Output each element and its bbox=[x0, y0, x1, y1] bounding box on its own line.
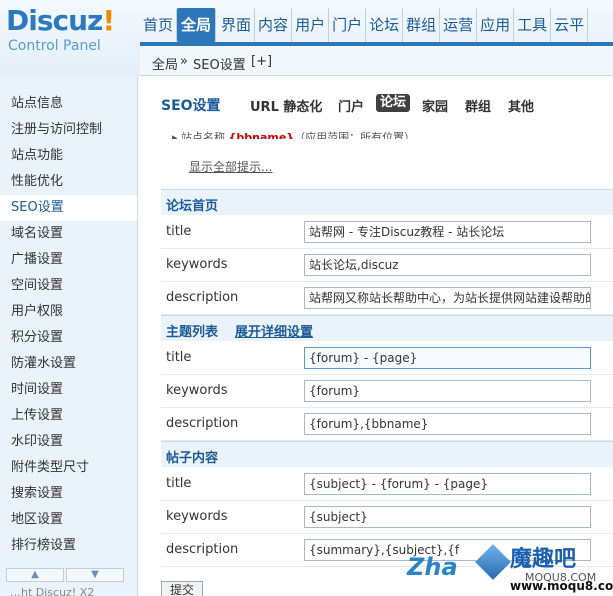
form-row: description 站帮网又称站长帮助中心，为站长提供网站建设帮助的 bbox=[161, 282, 613, 315]
seo-description-input[interactable]: 站帮网又称站长帮助中心，为站长提供网站建设帮助的 bbox=[304, 287, 591, 309]
topnav-item[interactable]: 云平 bbox=[551, 8, 589, 42]
topnav-item[interactable]: 论坛 bbox=[366, 8, 404, 42]
sidebar: 站点信息 注册与访问控制 站点功能 性能优化 SEO设置 域名设置 广播设置 空间设置 用户权限… bbox=[0, 76, 138, 596]
watermark-brand: 魔趣吧 bbox=[510, 547, 577, 572]
seo-keywords-input[interactable]: {forum} bbox=[304, 380, 591, 402]
scroll-down-button[interactable]: ▼ bbox=[66, 568, 124, 582]
topnav-item[interactable]: 全局 bbox=[177, 8, 217, 42]
sub-navigation: SEO设置 URL 静态化 门户 论坛 家园 群组 其他 bbox=[138, 92, 613, 115]
sidebar-item[interactable]: 水印设置 bbox=[0, 429, 137, 455]
field-label: description bbox=[166, 542, 239, 557]
field-label: title bbox=[166, 476, 192, 491]
seo-title-input[interactable]: 站帮网 - 专注Discuz教程 - 站长论坛 bbox=[304, 221, 591, 243]
form-row: keywords 站长论坛,discuz bbox=[161, 249, 613, 282]
sidebar-item[interactable]: 广播设置 bbox=[0, 247, 137, 273]
watermark-zhan: Zha bbox=[407, 553, 458, 581]
hint-line: ▸ 站点名称 {bbname}（应用范围：所有位置） bbox=[172, 129, 415, 139]
main-content: SEO设置 URL 静态化 门户 论坛 家园 群组 其他 ▸ 站点名称 {bbname}（… bbox=[138, 76, 613, 596]
seo-keywords-input[interactable]: {subject} bbox=[304, 506, 591, 528]
topnav-item[interactable]: 门户 bbox=[329, 8, 367, 42]
hint-variable: {bbname} bbox=[228, 131, 295, 139]
sidebar-item[interactable]: 搜索设置 bbox=[0, 481, 137, 507]
page-title: SEO设置 bbox=[161, 98, 221, 114]
form-row: title {subject} - {forum} - {page} bbox=[161, 468, 613, 501]
seo-title-input[interactable]: {subject} - {forum} - {page} bbox=[304, 473, 591, 495]
section-title: 论坛首页 bbox=[166, 199, 219, 214]
logo-subtitle: Control Panel bbox=[8, 38, 101, 54]
breadcrumb-separator: » bbox=[180, 54, 188, 69]
subnav-tab[interactable]: 群组 bbox=[465, 96, 491, 115]
copyright-text: …ht Discuz! X2 bbox=[10, 586, 95, 596]
section-title: 主题列表 bbox=[166, 325, 219, 340]
field-label: description bbox=[166, 416, 239, 431]
watermark: Zha 魔趣吧 MOQU8.COM www.moqu8.com bbox=[395, 539, 613, 596]
topnav-item[interactable]: 工具 bbox=[514, 8, 552, 42]
subnav-tab[interactable]: 门户 bbox=[338, 96, 364, 115]
topnav-item[interactable]: 内容 bbox=[255, 8, 293, 42]
sidebar-item[interactable]: 域名设置 bbox=[0, 221, 137, 247]
sidebar-item[interactable]: 地区设置 bbox=[0, 507, 137, 533]
sidebar-item[interactable]: 附件类型尺寸 bbox=[0, 455, 137, 481]
logo[interactable]: Discuz! Control Panel bbox=[0, 0, 140, 76]
logo-brand: Discuz! bbox=[6, 4, 115, 37]
topnav-item[interactable]: 首页 bbox=[140, 8, 178, 42]
sidebar-item[interactable]: 站点功能 bbox=[0, 143, 137, 169]
watermark-url: www.moqu8.com bbox=[510, 579, 613, 593]
form-row: description {forum},{bbname} bbox=[161, 408, 613, 441]
add-shortcut-button[interactable]: [+] bbox=[251, 54, 272, 69]
topnav-item[interactable]: 运营 bbox=[440, 8, 478, 42]
subnav-tab[interactable]: URL 静态化 bbox=[250, 96, 322, 115]
subnav-tab[interactable]: 论坛 bbox=[376, 94, 411, 112]
breadcrumb-current: SEO设置 bbox=[193, 58, 246, 73]
show-all-hints-link[interactable]: 显示全部提示... bbox=[189, 158, 272, 175]
topnav-item[interactable]: 界面 bbox=[218, 8, 256, 42]
sidebar-item[interactable]: 上传设置 bbox=[0, 403, 137, 429]
subnav-tab[interactable]: 其他 bbox=[508, 96, 534, 115]
form-row: keywords {subject} bbox=[161, 501, 613, 534]
seo-keywords-input[interactable]: 站长论坛,discuz bbox=[304, 254, 591, 276]
sidebar-item[interactable]: 站点信息 bbox=[0, 91, 137, 117]
sidebar-item[interactable]: 排行榜设置 bbox=[0, 533, 137, 559]
field-label: keywords bbox=[166, 509, 228, 524]
field-label: title bbox=[166, 350, 192, 365]
breadcrumb-parent[interactable]: 全局 bbox=[152, 54, 178, 73]
logo-mark: ! bbox=[102, 4, 115, 37]
topnav-item[interactable]: 应用 bbox=[477, 8, 515, 42]
topnav-item[interactable]: 群组 bbox=[403, 8, 441, 42]
form-row: keywords {forum} bbox=[161, 375, 613, 408]
sidebar-item[interactable]: 空间设置 bbox=[0, 273, 137, 299]
arrow-down-icon: ▼ bbox=[91, 569, 99, 580]
form-row: title 站帮网 - 专注Discuz教程 - 站长论坛 bbox=[161, 216, 613, 249]
seo-description-input[interactable]: {forum},{bbname} bbox=[304, 413, 591, 435]
breadcrumb: 全局 » SEO设置 [+] bbox=[140, 46, 613, 76]
top-navigation: 首页 全局 界面 内容 用户 门户 论坛 群组 运营 应用 工具 云平 bbox=[140, 8, 589, 42]
form-row: title {forum} - {page} bbox=[161, 342, 613, 375]
sidebar-item[interactable]: 性能优化 bbox=[0, 169, 137, 195]
section-header: 主题列表 展开详细设置 bbox=[161, 315, 613, 341]
field-label: keywords bbox=[166, 383, 228, 398]
topnav-item[interactable]: 用户 bbox=[292, 8, 330, 42]
submit-button[interactable]: 提交 bbox=[161, 581, 203, 596]
section-header: 帖子内容 bbox=[161, 441, 613, 467]
sidebar-item[interactable]: 用户权限 bbox=[0, 299, 137, 325]
field-label: title bbox=[166, 224, 192, 239]
hint-prefix: 站点名称 bbox=[181, 131, 226, 139]
field-label: description bbox=[166, 290, 239, 305]
watermark-cube-icon bbox=[475, 544, 511, 580]
sidebar-item[interactable]: 时间设置 bbox=[0, 377, 137, 403]
sidebar-item[interactable]: 防灌水设置 bbox=[0, 351, 137, 377]
sidebar-item[interactable]: 积分设置 bbox=[0, 325, 137, 351]
hint-suffix: （应用范围：所有位置） bbox=[294, 131, 416, 139]
expand-details-link[interactable]: 展开详细设置 bbox=[235, 321, 313, 340]
field-label: keywords bbox=[166, 257, 228, 272]
sidebar-item[interactable]: SEO设置 bbox=[0, 195, 137, 221]
seo-title-input[interactable]: {forum} - {page} bbox=[304, 347, 591, 369]
scroll-up-button[interactable]: ▲ bbox=[6, 568, 64, 582]
subnav-tab[interactable]: 家园 bbox=[422, 96, 448, 115]
arrow-up-icon: ▲ bbox=[31, 569, 39, 580]
sidebar-item[interactable]: 注册与访问控制 bbox=[0, 117, 137, 143]
section-header: 论坛首页 bbox=[161, 189, 613, 215]
section-title: 帖子内容 bbox=[166, 451, 219, 466]
header: Discuz! Control Panel 首页 全局 界面 内容 用户 门户 论坛 群组 运营… bbox=[0, 0, 613, 76]
